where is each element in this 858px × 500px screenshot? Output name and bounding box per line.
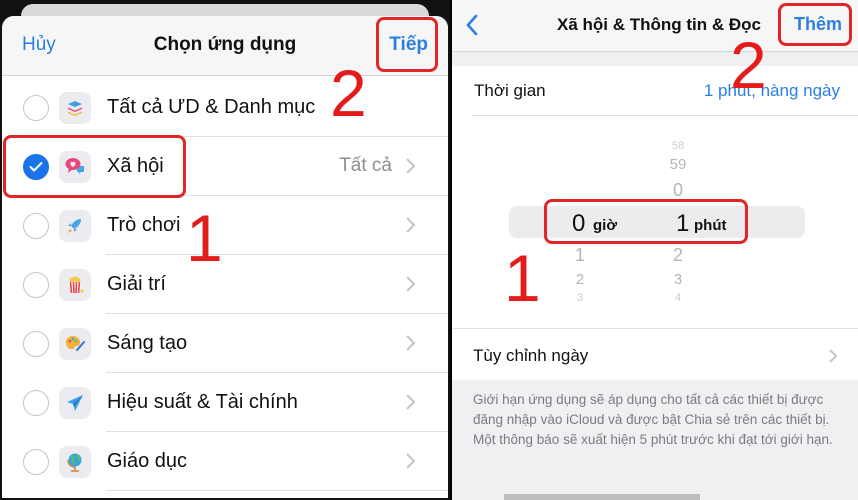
picker-hour-option[interactable]: 2 — [560, 271, 600, 288]
picker-hour-option[interactable]: 1 — [560, 245, 600, 266]
nav-bar: Hủy Chọn ứng dụng Tiếp — [2, 16, 448, 76]
category-row-all-apps[interactable]: Tất cả ƯD & Danh mục — [2, 78, 448, 137]
chat-bubbles-heart-icon — [59, 151, 91, 183]
category-row-entertainment[interactable]: Giải trí — [2, 255, 448, 314]
checkmark-icon — [29, 162, 43, 172]
chevron-right-icon — [829, 349, 838, 363]
category-row-creativity[interactable]: Sáng tạo — [2, 314, 448, 373]
rocket-icon — [59, 210, 91, 242]
custom-days-row[interactable]: Tùy chỉnh ngày — [452, 328, 858, 378]
chevron-right-icon — [406, 276, 416, 292]
category-row-education[interactable]: Giáo dục — [2, 432, 448, 491]
time-label: Thời gian — [474, 81, 546, 100]
globe-icon — [59, 446, 91, 478]
category-label: Xã hội — [107, 155, 164, 177]
chevron-right-icon — [406, 335, 416, 351]
custom-days-label: Tùy chỉnh ngày — [473, 346, 589, 365]
picker-minute-option[interactable]: 4 — [658, 292, 698, 304]
picker-minute-option[interactable]: 59 — [658, 156, 698, 173]
choose-apps-screen: Hủy Chọn ứng dụng Tiếp Tất cả ƯD & Danh … — [0, 0, 450, 500]
scrollbar[interactable] — [504, 494, 700, 500]
category-row-games[interactable]: Trò chơi — [2, 196, 448, 255]
radio-unchecked[interactable] — [23, 390, 49, 416]
choose-apps-sheet: Hủy Chọn ứng dụng Tiếp Tất cả ƯD & Danh … — [2, 16, 448, 498]
picker-minute-option[interactable]: 2 — [658, 245, 698, 266]
radio-unchecked[interactable] — [23, 213, 49, 239]
footer-note: Giới hạn ứng dụng sẽ áp dụng cho tất cả … — [473, 392, 833, 447]
paper-plane-icon — [59, 387, 91, 419]
chevron-right-icon — [406, 217, 416, 233]
radio-unchecked[interactable] — [23, 272, 49, 298]
picker-hour-unit: giờ — [593, 217, 617, 234]
picker-minute-option[interactable]: 58 — [658, 140, 698, 152]
radio-unchecked[interactable] — [23, 449, 49, 475]
picker-hour-option[interactable]: 3 — [560, 292, 600, 304]
section-gap — [452, 52, 858, 66]
palette-icon — [59, 328, 91, 360]
chevron-right-icon — [406, 453, 416, 469]
page-title: Chọn ứng dụng — [153, 34, 297, 55]
picker-hour-selected[interactable]: 0 — [572, 210, 585, 238]
radio-checked[interactable] — [23, 154, 49, 180]
popcorn-icon — [59, 269, 91, 301]
divider — [106, 490, 448, 491]
category-label: Tất cả ƯD & Danh mục — [107, 96, 316, 118]
next-button[interactable]: Tiếp — [389, 34, 428, 56]
category-label: Hiệu suất & Tài chính — [107, 391, 298, 413]
radio-unchecked[interactable] — [23, 331, 49, 357]
category-detail: Tất cả — [339, 155, 392, 176]
chevron-right-icon — [406, 394, 416, 410]
category-list: Tất cả ƯD & Danh mục Xã hội Tất cả Trò c… — [2, 78, 448, 491]
picker-minute-option[interactable]: 0 — [658, 180, 698, 201]
time-row[interactable]: Thời gian 1 phut, hàng ngày — [472, 66, 858, 116]
time-picker[interactable]: 58 59 0 0 giờ 1 phút 1 2 3 2 3 4 — [452, 130, 858, 326]
category-label: Trò chơi — [107, 214, 181, 236]
stack-layers-icon — [59, 92, 91, 124]
picker-selection-highlight — [509, 206, 805, 238]
category-label: Giáo dục — [107, 450, 188, 472]
add-button[interactable]: Thêm — [794, 14, 842, 35]
picker-minute-selected[interactable]: 1 — [676, 210, 689, 238]
category-row-social[interactable]: Xã hội Tất cả — [2, 137, 448, 196]
category-label: Sáng tạo — [107, 332, 188, 354]
category-row-productivity-finance[interactable]: Hiệu suất & Tài chính — [2, 373, 448, 432]
footer-section: Giới hạn ứng dụng sẽ áp dụng cho tất cả … — [452, 380, 858, 500]
category-label: Giải trí — [107, 273, 166, 295]
picker-minute-option[interactable]: 3 — [658, 271, 698, 288]
time-limit-screen: Xã hội & Thông tin & Đọc Thêm Thời gian … — [452, 0, 858, 500]
time-value[interactable]: 1 phut, hàng ngày — [704, 81, 840, 101]
radio-unchecked[interactable] — [23, 95, 49, 121]
picker-minute-unit: phút — [694, 217, 727, 234]
nav-bar: Xã hội & Thông tin & Đọc Thêm — [452, 0, 858, 52]
chevron-right-icon — [406, 158, 416, 174]
